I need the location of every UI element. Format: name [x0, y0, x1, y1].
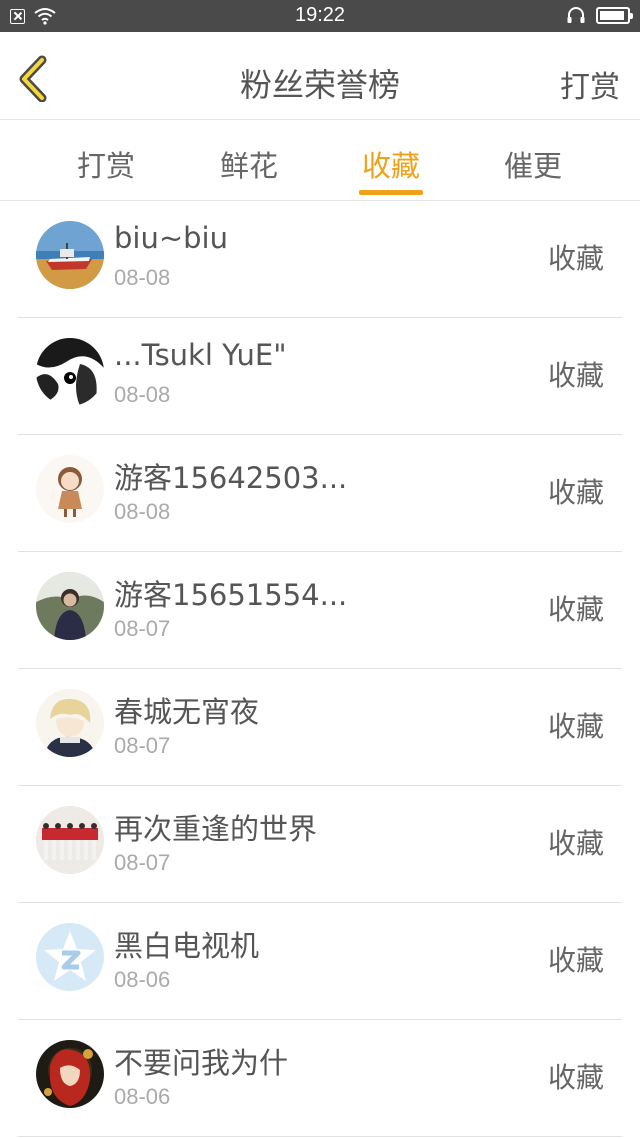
fan-name: biu~biu	[114, 221, 228, 255]
fan-date: 08-08	[114, 382, 171, 407]
row-action-label: 收藏	[547, 593, 604, 626]
tab-urge-update[interactable]: 催更	[473, 143, 593, 185]
avatar[interactable]	[36, 1040, 104, 1108]
fan-name: 不要问我为什	[114, 1046, 289, 1080]
tab-flowers[interactable]: 鲜花	[189, 143, 309, 185]
row-action-label: 收藏	[547, 476, 604, 509]
fan-name: 再次重逢的世界	[114, 812, 318, 846]
fan-list: biu~biu 08-08 收藏 ...Tsukl YuE" 08-08 收藏	[0, 201, 640, 1137]
avatar[interactable]	[36, 689, 104, 757]
chibi-girl-avatar-image	[36, 455, 104, 523]
active-tab-indicator	[359, 190, 423, 195]
rank-tabs: 打赏 鲜花 收藏 催更	[0, 121, 640, 201]
fan-date: 08-08	[114, 499, 171, 524]
person-outdoors-avatar-image	[36, 572, 104, 640]
fan-date: 08-06	[114, 1084, 171, 1109]
black-white-anime-avatar-image	[36, 338, 104, 406]
avatar[interactable]	[36, 338, 104, 406]
status-time: 19:22	[294, 4, 346, 26]
row-action-label: 收藏	[547, 827, 604, 860]
avatar[interactable]	[36, 923, 104, 991]
row-action-label: 收藏	[547, 242, 604, 275]
fan-date: 08-07	[114, 616, 171, 641]
fan-date: 08-07	[114, 850, 171, 875]
red-hair-anime-avatar-image	[36, 1040, 104, 1108]
row-action-label: 收藏	[547, 1061, 604, 1094]
fan-date: 08-07	[114, 733, 171, 758]
fan-name: 黑白电视机	[114, 929, 260, 963]
page-title: 粉丝荣誉榜	[239, 66, 400, 104]
fan-date: 08-08	[114, 265, 171, 290]
list-item[interactable]: 不要问我为什 08-06 收藏	[0, 1020, 640, 1137]
fan-name: 春城无宵夜	[114, 695, 260, 729]
row-action-label: 收藏	[547, 710, 604, 743]
row-action-label: 收藏	[547, 359, 604, 392]
list-item[interactable]: 黑白电视机 08-06 收藏	[0, 903, 640, 1020]
fan-name: 游客15651554...	[114, 578, 348, 612]
avatar[interactable]	[36, 572, 104, 640]
battery-icon	[596, 6, 633, 24]
fan-date: 08-06	[114, 967, 171, 992]
dancers-row-avatar-image	[36, 806, 104, 874]
tab-favorites[interactable]: 收藏	[331, 143, 451, 185]
headphones-icon	[567, 7, 585, 23]
list-item[interactable]: 再次重逢的世界 08-07 收藏	[0, 786, 640, 903]
avatar[interactable]	[36, 221, 104, 289]
fan-name: 游客15642503...	[114, 461, 348, 495]
reward-button[interactable]: 打赏	[560, 62, 620, 106]
list-item[interactable]: biu~biu 08-08 收藏	[0, 201, 640, 318]
tab-reward[interactable]: 打赏	[46, 143, 166, 185]
status-bar: 19:22	[0, 0, 640, 32]
list-item[interactable]: ...Tsukl YuE" 08-08 收藏	[0, 318, 640, 435]
avatar[interactable]	[36, 806, 104, 874]
list-item[interactable]: 春城无宵夜 08-07 收藏	[0, 669, 640, 786]
row-action-label: 收藏	[547, 944, 604, 977]
app-header: 粉丝荣誉榜 打赏	[0, 32, 640, 120]
list-item[interactable]: 游客15642503... 08-08 收藏	[0, 435, 640, 552]
list-item[interactable]: 游客15651554... 08-07 收藏	[0, 552, 640, 669]
fan-name: ...Tsukl YuE"	[114, 338, 287, 372]
boat-on-beach-avatar-image	[36, 221, 104, 289]
status-icons-right	[566, 6, 633, 24]
blonde-anime-boy-avatar-image	[36, 689, 104, 757]
avatar[interactable]	[36, 455, 104, 523]
default-star-z-avatar-image	[36, 923, 104, 991]
